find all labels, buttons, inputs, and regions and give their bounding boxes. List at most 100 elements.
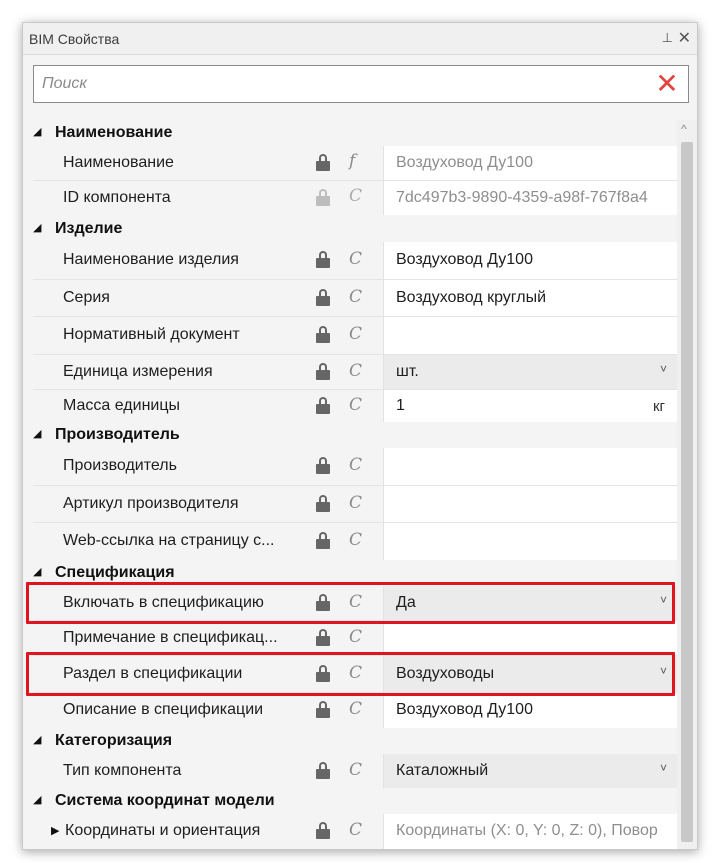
- property-name: Web-ссылка на страницу с...: [63, 532, 275, 549]
- property-value-field[interactable]: [383, 621, 677, 655]
- constant-c-icon[interactable]: C: [349, 627, 362, 647]
- group-label: Производитель: [55, 426, 180, 443]
- property-name: Серия: [63, 289, 110, 306]
- constant-c-icon[interactable]: C: [349, 455, 362, 475]
- group-label: Спецификация: [55, 564, 175, 581]
- collapse-triangle-icon[interactable]: ◢: [33, 125, 41, 138]
- property-value-field[interactable]: Воздуховод Ду100: [383, 146, 677, 180]
- pin-icon[interactable]: ⊥: [662, 30, 673, 46]
- property-row-ctype[interactable]: Тип компонента C Каталожный ˅: [33, 754, 677, 788]
- clear-x-icon[interactable]: ✕: [652, 68, 682, 100]
- property-value: Воздуховод Ду100: [396, 701, 533, 718]
- property-row-unit[interactable]: Единица измерения C шт. ˅: [33, 355, 677, 389]
- coordinates-value-field[interactable]: Координаты (X: 0, Y: 0, Z: 0), Повор: [383, 814, 677, 849]
- constant-c-icon[interactable]: C: [349, 493, 362, 513]
- mass-input[interactable]: 1 кг: [383, 390, 677, 422]
- property-value-field: 7dc497b3-9890-4359-a98f-767f8a4: [383, 181, 677, 215]
- property-name: Примечание в спецификац...: [63, 629, 278, 646]
- constant-c-icon[interactable]: C: [349, 760, 362, 780]
- property-row-series[interactable]: Серия C Воздуховод круглый: [33, 280, 677, 316]
- property-row-descr[interactable]: Описание в спецификации C Воздуховод Ду1…: [33, 693, 677, 728]
- group-label: Система координат модели: [55, 792, 275, 809]
- lock-icon[interactable]: [316, 495, 330, 513]
- collapse-triangle-icon[interactable]: ◢: [33, 221, 41, 234]
- group-label: Изделие: [55, 220, 123, 237]
- component-type-dropdown[interactable]: Каталожный ˅: [383, 754, 677, 788]
- property-value: Воздуховод круглый: [396, 289, 547, 306]
- lock-icon: [316, 189, 330, 207]
- property-row-weblink[interactable]: Web-ссылка на страницу с... C: [33, 523, 677, 560]
- property-row-id[interactable]: ID компонента C 7dc497b3-9890-4359-a98f-…: [33, 181, 677, 215]
- constant-c-icon[interactable]: C: [349, 287, 362, 307]
- lock-icon[interactable]: [316, 363, 330, 381]
- group-naimenovanie[interactable]: ◢ Наименование: [33, 120, 677, 146]
- constant-c-icon[interactable]: C: [349, 361, 362, 381]
- expand-arrow-icon[interactable]: ▶: [51, 824, 59, 837]
- property-row-note[interactable]: Примечание в спецификац... C: [33, 621, 677, 655]
- unit-dropdown[interactable]: шт. ˅: [383, 355, 677, 389]
- collapse-triangle-icon[interactable]: ◢: [33, 793, 41, 806]
- property-value-field[interactable]: Воздуховод Ду100: [383, 693, 677, 728]
- property-row-coords[interactable]: ▶ Координаты и ориентация C Координаты (…: [33, 814, 677, 849]
- lock-icon[interactable]: [316, 326, 330, 344]
- property-name: Единица измерения: [63, 363, 213, 380]
- property-value-field[interactable]: [383, 523, 677, 560]
- constant-c-icon: C: [349, 186, 363, 206]
- group-kategorizaciya[interactable]: ◢ Категоризация: [33, 728, 677, 754]
- group-coordinate-system[interactable]: ◢ Система координат модели: [33, 788, 677, 814]
- property-name: Производитель: [63, 457, 177, 474]
- chevron-down-icon[interactable]: ˅: [660, 362, 667, 376]
- constant-c-icon[interactable]: C: [349, 820, 362, 840]
- property-row-product[interactable]: Наименование изделия C Воздуховод Ду100: [33, 242, 677, 279]
- scroll-up-icon[interactable]: ^: [681, 122, 687, 136]
- property-value-field[interactable]: [383, 317, 677, 354]
- group-label: Наименование: [55, 124, 173, 141]
- lock-icon[interactable]: [316, 397, 330, 415]
- group-proizvoditel[interactable]: ◢ Производитель: [33, 422, 677, 448]
- property-row-article[interactable]: Артикул производителя C: [33, 486, 677, 522]
- property-name: Нормативный документ: [63, 326, 240, 343]
- property-name: Координаты и ориентация: [65, 822, 261, 839]
- constant-c-icon[interactable]: C: [349, 324, 362, 344]
- lock-icon[interactable]: [316, 532, 330, 550]
- constant-c-icon[interactable]: C: [349, 699, 362, 719]
- collapse-triangle-icon[interactable]: ◢: [33, 427, 41, 440]
- close-icon[interactable]: ✕: [678, 28, 691, 48]
- search-input[interactable]: [34, 66, 644, 102]
- lock-icon[interactable]: [316, 822, 330, 840]
- vertical-scrollbar[interactable]: ^: [677, 120, 697, 849]
- property-row-mass[interactable]: Масса единицы C 1 кг: [33, 390, 677, 422]
- highlight-include-row: [26, 582, 675, 624]
- highlight-section-row: [26, 652, 675, 696]
- constant-c-icon[interactable]: C: [349, 249, 362, 269]
- formula-f-icon[interactable]: f: [349, 151, 355, 171]
- property-row-name[interactable]: Наименование f Воздуховод Ду100: [33, 146, 677, 180]
- lock-icon[interactable]: [316, 629, 330, 647]
- property-name: Наименование: [63, 154, 174, 171]
- scrollbar-thumb[interactable]: [681, 142, 693, 842]
- constant-c-icon[interactable]: C: [349, 530, 362, 550]
- property-value-field[interactable]: Воздуховод круглый: [383, 280, 677, 316]
- constant-c-icon[interactable]: C: [349, 395, 362, 415]
- lock-icon[interactable]: [316, 289, 330, 307]
- property-value-field[interactable]: [383, 486, 677, 522]
- lock-icon[interactable]: [316, 154, 330, 172]
- property-grid: ◢ Наименование Наименование f Воздуховод…: [26, 120, 677, 849]
- lock-icon[interactable]: [316, 701, 330, 719]
- property-value: Каталожный: [396, 762, 489, 779]
- lock-icon[interactable]: [316, 762, 330, 780]
- property-name: ID компонента: [63, 189, 171, 206]
- lock-icon[interactable]: [316, 251, 330, 269]
- chevron-down-icon[interactable]: ˅: [660, 761, 667, 775]
- group-izdelie[interactable]: ◢ Изделие: [33, 216, 677, 242]
- property-value-field[interactable]: Воздуховод Ду100: [383, 242, 677, 279]
- property-name: Артикул производителя: [63, 495, 239, 512]
- lock-icon[interactable]: [316, 457, 330, 475]
- property-value-field[interactable]: [383, 448, 677, 485]
- collapse-triangle-icon[interactable]: ◢: [33, 733, 41, 746]
- property-name: Описание в спецификации: [63, 701, 264, 718]
- property-row-maker[interactable]: Производитель C: [33, 448, 677, 485]
- property-row-normdoc[interactable]: Нормативный документ C: [33, 317, 677, 354]
- property-name: Наименование изделия: [63, 251, 239, 268]
- collapse-triangle-icon[interactable]: ◢: [33, 565, 41, 578]
